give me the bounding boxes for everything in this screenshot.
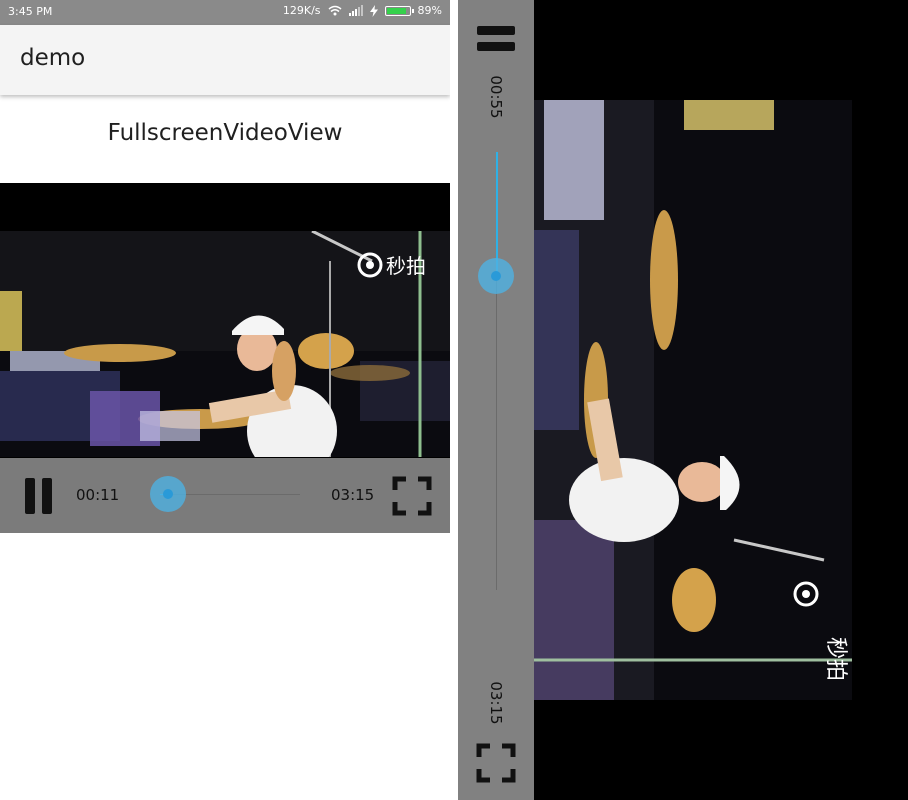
- pause-icon[interactable]: [476, 24, 516, 54]
- battery-level: [386, 7, 406, 14]
- fullscreen-seek-bar[interactable]: [478, 152, 514, 590]
- battery-icon: [384, 5, 414, 16]
- battery-percent: 89%: [417, 4, 442, 17]
- screenshot-root: 3:45 PM 129K/s 89% demo FullscreenVideoV…: [0, 0, 908, 800]
- status-indicators: 129K/s 89%: [283, 4, 442, 17]
- fullscreen-control-bar: 00:55 03:15: [458, 0, 534, 800]
- fullscreen-current-time: 00:55: [487, 75, 505, 119]
- current-time: 00:11: [76, 486, 120, 504]
- charging-icon: [369, 4, 378, 17]
- video-watermark: 秒拍: [386, 254, 426, 278]
- video-frame-image: 秒拍: [0, 231, 450, 457]
- page-heading: FullscreenVideoView: [107, 120, 343, 146]
- fullscreen-video-frame[interactable]: 秒拍: [534, 100, 852, 700]
- wifi-icon: [328, 5, 342, 16]
- fullscreen-video-frame-image: 秒拍: [534, 100, 852, 700]
- fullscreen-icon[interactable]: [476, 743, 516, 783]
- network-speed: 129K/s: [282, 4, 321, 17]
- fullscreen-seek-progress: [496, 152, 498, 276]
- fullscreen-icon[interactable]: [392, 476, 432, 516]
- pause-icon[interactable]: [22, 476, 56, 516]
- fullscreen-total-time: 03:15: [487, 681, 505, 725]
- app-title: demo: [20, 45, 86, 71]
- fullscreen-screen: 00:55 03:15 秒拍: [458, 0, 908, 800]
- fullscreen-seek-thumb[interactable]: [478, 257, 514, 294]
- app-bar: demo: [0, 25, 450, 95]
- portrait-screen: 3:45 PM 129K/s 89% demo FullscreenVideoV…: [0, 0, 450, 800]
- inline-video-player[interactable]: 秒拍 00:11 03:15: [0, 183, 450, 533]
- status-bar: 3:45 PM 129K/s 89%: [0, 0, 450, 25]
- fullscreen-video-watermark: 秒拍: [823, 637, 848, 681]
- seek-bar[interactable]: [149, 476, 300, 512]
- battery-cap: [411, 8, 414, 13]
- total-time: 03:15: [331, 486, 375, 504]
- video-frame[interactable]: 秒拍: [0, 231, 450, 457]
- signal-icon: [348, 5, 363, 16]
- status-time: 3:45 PM: [8, 5, 53, 18]
- seek-thumb[interactable]: [149, 476, 186, 512]
- player-control-bar: 00:11 03:15: [0, 458, 450, 533]
